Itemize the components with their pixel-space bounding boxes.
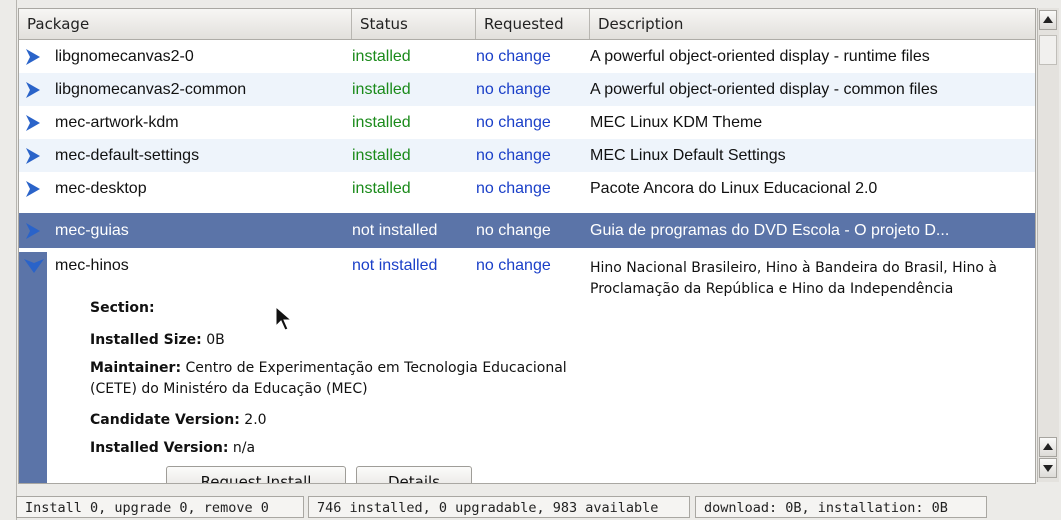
package-name: mec-guias (55, 222, 129, 239)
package-name: libgnomecanvas2-0 (55, 48, 194, 65)
installed-size-value: 0B (206, 332, 225, 348)
arrow-down-icon (1043, 465, 1053, 472)
chevron-right-icon[interactable] (23, 47, 43, 67)
arrow-up-icon (1043, 16, 1053, 23)
package-status: installed (352, 114, 411, 131)
scrollbar-thumb[interactable] (1039, 35, 1057, 65)
package-description: A powerful object-oriented display - run… (590, 48, 930, 65)
chevron-right-icon[interactable] (23, 113, 43, 133)
package-description: Pacote Ancora do Linux Educacional 2.0 (590, 180, 878, 197)
package-requested[interactable]: no change (476, 106, 586, 139)
expanded-row-bar (19, 252, 47, 483)
package-name: mec-artwork-kdm (55, 114, 179, 131)
table-row[interactable]: mec-artwork-kdm installed no change MEC … (19, 106, 1035, 139)
detail-candidate-version: Candidate Version: 2.0 (90, 410, 267, 431)
detail-installed-version: Installed Version: n/a (90, 438, 255, 459)
package-name: libgnomecanvas2-common (55, 81, 247, 98)
column-header-status[interactable]: Status (352, 9, 476, 39)
chevron-right-icon[interactable] (23, 221, 43, 241)
detail-section: Section: (90, 298, 155, 319)
chevron-right-icon[interactable] (23, 179, 43, 199)
package-requested[interactable]: no change (476, 139, 586, 172)
request-install-button[interactable]: Request Install (166, 466, 346, 483)
expanded-package-row[interactable]: mec-hinos not installed no change Hino N… (19, 252, 1035, 483)
package-status: installed (352, 147, 411, 164)
package-requested[interactable]: no change (476, 172, 586, 205)
chevron-right-icon[interactable] (23, 146, 43, 166)
package-description: MEC Linux KDM Theme (590, 114, 763, 131)
detail-maintainer: Maintainer: Centro de Experimentação em … (90, 358, 580, 400)
candidate-version-value: 2.0 (244, 412, 267, 428)
chevron-down-icon[interactable] (23, 256, 45, 276)
table-row[interactable]: mec-default-settings installed no change… (19, 139, 1035, 172)
installed-size-label: Installed Size: (90, 332, 202, 348)
installed-version-value: n/a (232, 440, 256, 456)
package-name: mec-default-settings (55, 147, 200, 164)
mouse-pointer-icon (275, 306, 293, 331)
column-header-description[interactable]: Description (590, 9, 1035, 39)
status-changes: Install 0, upgrade 0, remove 0 (16, 496, 304, 518)
detail-installed-size: Installed Size: 0B (90, 330, 225, 351)
package-requested[interactable]: no change (476, 40, 586, 73)
package-requested[interactable]: no change (476, 252, 551, 280)
chevron-right-icon[interactable] (23, 80, 43, 100)
column-header-package[interactable]: Package (19, 9, 352, 39)
details-button[interactable]: Details (356, 466, 472, 483)
window-left-edge (0, 0, 17, 520)
package-name: mec-hinos (55, 257, 129, 274)
package-status: installed (352, 48, 411, 65)
table-row[interactable]: libgnomecanvas2-common installed no chan… (19, 73, 1035, 106)
table-header: Package Status Requested Description (19, 9, 1035, 40)
column-header-requested[interactable]: Requested (476, 9, 590, 39)
package-description: MEC Linux Default Settings (590, 147, 786, 164)
package-name: mec-desktop (55, 180, 147, 197)
scroll-up-button[interactable] (1039, 10, 1057, 30)
installed-version-label: Installed Version: (90, 440, 229, 456)
table-row[interactable]: mec-desktop installed no change Pacote A… (19, 172, 1035, 205)
vertical-scrollbar[interactable] (1037, 8, 1059, 482)
status-counts: 746 installed, 0 upgradable, 983 availab… (308, 496, 690, 518)
maintainer-label: Maintainer: (90, 360, 182, 376)
package-status: not installed (352, 257, 438, 274)
package-description: Hino Nacional Brasileiro, Hino à Bandeir… (590, 260, 997, 297)
package-status: installed (352, 180, 411, 197)
arrow-up-icon (1043, 443, 1053, 450)
section-label: Section: (90, 300, 155, 316)
package-requested[interactable]: no change (476, 213, 586, 248)
package-status: installed (352, 81, 411, 98)
package-description: Guia de programas do DVD Escola - O proj… (590, 222, 950, 239)
candidate-version-label: Candidate Version: (90, 412, 240, 428)
package-requested[interactable]: no change (476, 73, 586, 106)
package-table: Package Status Requested Description lib… (18, 8, 1036, 484)
table-row[interactable]: libgnomecanvas2-0 installed no change A … (19, 40, 1035, 73)
package-status: not installed (352, 222, 438, 239)
package-description: A powerful object-oriented display - com… (590, 81, 938, 98)
scroll-up-button-lower[interactable] (1039, 437, 1057, 457)
status-download: download: 0B, installation: 0B (695, 496, 987, 518)
table-row-selected[interactable]: mec-guias not installed no change Guia d… (19, 213, 1035, 248)
scroll-down-button[interactable] (1039, 458, 1057, 478)
